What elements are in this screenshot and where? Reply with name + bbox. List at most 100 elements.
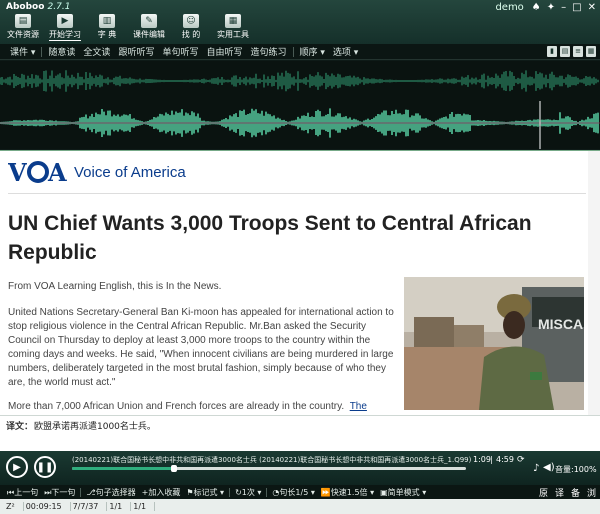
edit-icon: ✎ xyxy=(141,14,157,28)
current-time: 1:09 xyxy=(473,455,491,464)
view-original-button[interactable]: 原 xyxy=(539,486,548,499)
music-note-icon[interactable]: ♪ xyxy=(533,463,539,474)
book-icon: ▥ xyxy=(99,14,115,28)
svg-text:V: V xyxy=(8,159,27,185)
menu-bar: 课件 ▾ 随意读 全文读 跟听听写 单句听写 自由听写 造句练习 顺序 ▾ 选项… xyxy=(0,44,600,60)
play-button[interactable]: ▶ xyxy=(6,456,28,478)
article-photo: MISCA xyxy=(404,277,584,410)
vertical-scrollbar[interactable] xyxy=(588,151,600,415)
pause-icon: ❚❚ xyxy=(36,461,54,473)
menu-divider xyxy=(41,46,43,57)
menu-item-free-dictation[interactable]: 自由听写 xyxy=(202,45,246,58)
title-bar: Aboboo 2.7.1 demo ♠ ✦ – □ ✕ ▤ 文件资源 ▶ 开始学… xyxy=(0,0,600,44)
brand-name: Voice of America xyxy=(74,163,186,181)
toolbar-divider xyxy=(229,487,231,497)
mode-dropdown[interactable]: ▣简单模式 ▾ xyxy=(377,487,429,498)
progress-bar[interactable] xyxy=(72,465,466,472)
menu-item-follow-dictation[interactable]: 跟听听写 xyxy=(114,45,158,58)
player-bar: ▶ ❚❚ (20140221)联合国秘书长想中非共和国再派遣3000名士兵 (2… xyxy=(0,451,600,485)
header-divider xyxy=(8,193,586,194)
menu-item-sentence-practice[interactable]: 造句练习 xyxy=(246,45,290,58)
layout-split-icon[interactable]: ▮ xyxy=(547,46,557,57)
play-icon: ▶ xyxy=(57,14,73,28)
pin-icon[interactable]: ✦ xyxy=(547,2,555,13)
status-bar: Z² 00:09:15 7/7/37 1/1 1/1 xyxy=(0,499,600,514)
menu-order[interactable]: 顺序 ▾ xyxy=(296,45,329,58)
sentence-picker-button[interactable]: ⎇句子选择器 xyxy=(83,487,138,498)
menu-item-full-read[interactable]: 全文读 xyxy=(79,45,114,58)
menu-courseware[interactable]: 课件 ▾ xyxy=(6,45,39,58)
tool-file-resources[interactable]: ▤ 文件资源 xyxy=(4,14,42,41)
volume-label: 音量:100% xyxy=(555,465,597,474)
layout-icons: ▮ ▤ ≡ ▦ xyxy=(547,46,596,57)
maximize-icon[interactable]: □ xyxy=(572,2,581,13)
view-translation-button[interactable]: 译 xyxy=(555,486,564,499)
waveform[interactable] xyxy=(0,61,600,149)
toolbox-icon: ▦ xyxy=(225,14,241,28)
add-favorite-button[interactable]: +加入收藏 xyxy=(139,487,184,498)
speed-dropdown[interactable]: ⏩快速1.5倍 ▾ xyxy=(318,487,377,498)
waveform-overview xyxy=(0,70,599,92)
loop-icon[interactable]: ⟳ xyxy=(517,455,525,465)
article-pane: V A Voice of America UN Chief Wants 3,00… xyxy=(0,150,600,415)
view-toggles: 原 译 备 浏 xyxy=(539,486,596,499)
pause-button[interactable]: ❚❚ xyxy=(34,456,56,478)
bottom-toolbar: ⏮上一句 ⏭下一句 ⎇句子选择器 +加入收藏 ⚑标记式 ▾ ↻1次 ▾ ◔句长1… xyxy=(0,485,600,499)
menu-options[interactable]: 选项 ▾ xyxy=(329,45,362,58)
repeat-count-dropdown[interactable]: ↻1次 ▾ xyxy=(232,487,264,498)
sentence-gap-dropdown[interactable]: ◔句长1/5 ▾ xyxy=(269,487,317,498)
svg-text:MISCA: MISCA xyxy=(538,316,583,332)
waveform-panel[interactable] xyxy=(0,61,600,149)
track-title: (20140221)联合国秘书长想中非共和国再派遣3000名士兵 (201402… xyxy=(72,456,472,464)
user-name[interactable]: demo xyxy=(495,2,523,13)
translation-text: 欧盟承诺再派遣1000名士兵。 xyxy=(34,422,156,432)
prev-sentence-button[interactable]: ⏮上一句 xyxy=(4,487,41,498)
elapsed-time: 00:09:15 xyxy=(24,502,71,511)
translation-panel: 译文： 欧盟承诺再派遣1000名士兵。 xyxy=(0,415,600,451)
menu-item-random-read[interactable]: 随意读 xyxy=(44,45,79,58)
play-icon: ▶ xyxy=(13,461,21,473)
people-icon: ☺ xyxy=(183,14,199,28)
translation-label: 译文： xyxy=(6,422,34,432)
menu-item-sentence-dictation[interactable]: 单句听写 xyxy=(158,45,202,58)
article-headline: UN Chief Wants 3,000 Troops Sent to Cent… xyxy=(8,212,532,264)
tool-courseware-edit[interactable]: ✎ 课件编辑 xyxy=(130,14,168,41)
layout-doc-icon[interactable]: ▤ xyxy=(560,46,570,57)
page-position-2: 1/1 xyxy=(131,502,156,511)
window-controls: demo ♠ ✦ – □ ✕ xyxy=(495,2,596,13)
next-sentence-button[interactable]: ⏭下一句 xyxy=(41,487,78,498)
progress-fill xyxy=(72,467,175,470)
progress-handle[interactable] xyxy=(171,465,178,472)
article-link[interactable]: The xyxy=(350,401,367,412)
tool-find[interactable]: ☺ 找 的 xyxy=(172,14,210,41)
view-browse-button[interactable]: 浏 xyxy=(587,486,596,499)
toolbar-divider xyxy=(80,487,82,497)
shirt-icon[interactable]: ♠ xyxy=(532,2,541,13)
minimize-icon[interactable]: – xyxy=(561,2,566,13)
mark-mode-dropdown[interactable]: ⚑标记式 ▾ xyxy=(183,487,227,498)
sentence-position: 7/7/37 xyxy=(71,502,108,511)
volume-icon[interactable]: ◀) xyxy=(543,462,555,473)
layout-grid-icon[interactable]: ▦ xyxy=(586,46,596,57)
voa-mark-icon: V A xyxy=(8,159,67,185)
app-name: Aboboo xyxy=(6,2,45,12)
view-notes-button[interactable]: 备 xyxy=(571,486,580,499)
app-title: Aboboo 2.7.1 xyxy=(6,2,70,12)
folder-icon: ▤ xyxy=(15,14,31,28)
article-paragraph: More than 7,000 African Union and French… xyxy=(8,401,367,412)
app-version: 2.7.1 xyxy=(47,2,71,12)
page-position: 1/1 xyxy=(107,502,132,511)
menu-divider xyxy=(292,46,294,57)
time-separator: | xyxy=(490,455,493,464)
article-paragraph: United Nations Secretary-General Ban Ki-… xyxy=(8,307,394,388)
article-paragraph: From VOA Learning English, this is In th… xyxy=(8,281,222,292)
main-toolbar: ▤ 文件资源 ▶ 开始学习 ▥ 字 典 ✎ 课件编辑 ☺ 找 的 ▦ 实用工具 xyxy=(4,14,252,41)
tool-start-learning[interactable]: ▶ 开始学习 xyxy=(46,14,84,41)
tool-dictionary[interactable]: ▥ 字 典 xyxy=(88,14,126,41)
svg-text:A: A xyxy=(47,159,67,185)
tool-utilities[interactable]: ▦ 实用工具 xyxy=(214,14,252,41)
toolbar-divider xyxy=(266,487,268,497)
layout-list-icon[interactable]: ≡ xyxy=(573,46,583,57)
voa-logo: V A Voice of America xyxy=(8,159,186,185)
close-icon[interactable]: ✕ xyxy=(588,2,596,13)
